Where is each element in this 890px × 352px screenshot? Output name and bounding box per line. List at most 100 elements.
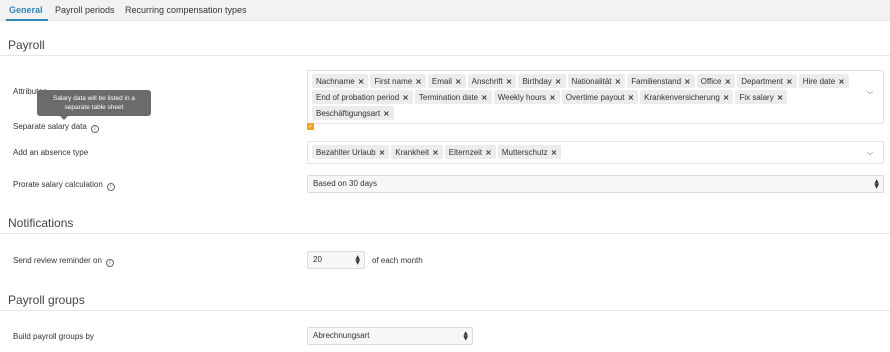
tag-chip: First name × [370, 74, 426, 88]
tag-chip: Krankenversicherung × [640, 90, 734, 104]
section-title-payroll: Payroll [8, 38, 45, 52]
tag-label: Nachname [316, 76, 355, 86]
close-icon[interactable]: × [506, 77, 513, 86]
build-payroll-groups-value: Abrechnungsart [313, 331, 370, 340]
tag-label: Office [700, 76, 722, 86]
tag-chip: Beschäftigungsart × [312, 106, 394, 120]
review-reminder-day-select[interactable]: 20 ▲ ▼ [307, 251, 365, 269]
tag-label: Familienstand [631, 76, 682, 86]
review-reminder-suffix: of each month [372, 256, 423, 265]
separate-salary-label: Separate salary data [13, 122, 87, 131]
prorate-row: Prorate salary calculation i [13, 180, 115, 191]
review-reminder-label: Send review reminder on [13, 256, 102, 265]
close-icon[interactable]: × [723, 93, 730, 102]
tag-chip: Familienstand × [627, 74, 695, 88]
close-icon[interactable]: × [402, 93, 409, 102]
tag-label: Elternzeit [448, 147, 483, 157]
tag-chip: Nationalität × [567, 74, 626, 88]
section-divider [0, 233, 890, 234]
tag-chip: Hire date × [798, 74, 849, 88]
tag-chip: Fix salary × [735, 90, 788, 104]
chevron-down-icon[interactable]: ⌵ [867, 148, 877, 158]
tag-chip: Krankheit × [391, 145, 443, 159]
tooltip-arrow [60, 116, 68, 120]
tag-chip: Termination date × [414, 90, 492, 104]
tag-chip: Bezahlter Urlaub × [312, 145, 390, 159]
absence-type-tags: Bezahlter Urlaub × Krankheit × Elternzeit × Mu… [312, 145, 861, 159]
close-icon[interactable]: × [383, 109, 390, 118]
tag-label: Department [741, 76, 783, 86]
tag-label: Anschrift [471, 76, 503, 86]
tag-label: Mutterschutz [501, 147, 548, 157]
close-icon[interactable]: × [549, 93, 556, 102]
tab-general[interactable]: General [9, 5, 43, 15]
tag-label: Fix salary [739, 92, 774, 102]
section-divider [0, 310, 890, 311]
review-reminder-day-value: 20 [313, 255, 322, 264]
section-title-notifications: Notifications [8, 216, 74, 230]
close-icon[interactable]: × [684, 77, 691, 86]
close-icon[interactable]: × [415, 77, 422, 86]
tag-chip: Weekly hours × [493, 90, 560, 104]
tag-label: Nationalität [571, 76, 612, 86]
tag-chip: Mutterschutz × [497, 145, 562, 159]
info-icon[interactable]: i [106, 183, 115, 191]
tag-chip: Office × [696, 74, 736, 88]
separate-salary-row: Separate salary data i [13, 122, 99, 133]
tag-chip: Nachname × [312, 74, 369, 88]
close-icon[interactable]: × [725, 77, 732, 86]
section-title-payroll-groups: Payroll groups [8, 293, 85, 307]
build-payroll-groups-select[interactable]: Abrechnungsart ▲ ▼ [307, 327, 473, 345]
tag-chip: Overtime payout × [561, 90, 639, 104]
close-icon[interactable]: × [485, 148, 492, 157]
close-icon[interactable]: × [555, 77, 562, 86]
close-icon[interactable]: × [777, 93, 784, 102]
tag-label: Krankheit [395, 147, 430, 157]
sort-arrows-icon: ▲ ▼ [355, 254, 360, 266]
tag-label: Weekly hours [497, 92, 547, 102]
section-divider [0, 55, 890, 56]
tag-label: End of probation period [316, 92, 400, 102]
tab-bar: General Payroll periods Recurring compen… [0, 0, 890, 21]
prorate-value: Based on 30 days [313, 179, 378, 188]
tag-chip: Birthday × [518, 74, 566, 88]
info-icon[interactable]: i [90, 125, 99, 133]
tag-label: First name [374, 76, 413, 86]
review-reminder-row: Send review reminder on i [13, 256, 114, 267]
tag-chip: Anschrift × [467, 74, 517, 88]
close-icon[interactable]: × [379, 148, 386, 157]
close-icon[interactable]: × [551, 148, 558, 157]
tooltip: Salary data will be listed in a separate… [37, 90, 151, 116]
prorate-select[interactable]: Based on 30 days ▲ ▼ [307, 175, 884, 193]
prorate-label: Prorate salary calculation [13, 180, 103, 189]
attributes-tags: Nachname × First name × Email × Anschrift × Birt… [312, 74, 861, 120]
tag-label: Overtime payout [565, 92, 625, 102]
tag-label: Krankenversicherung [644, 92, 720, 102]
tooltip-line-1: Salary data will be listed in a [52, 95, 135, 102]
close-icon[interactable]: × [838, 77, 845, 86]
sort-arrows-icon: ▲ ▼ [463, 330, 468, 342]
tag-label: Bezahlter Urlaub [316, 147, 376, 157]
tag-chip: Department × [737, 74, 797, 88]
info-icon[interactable]: i [105, 259, 114, 267]
close-icon[interactable]: × [627, 93, 634, 102]
tag-label: Birthday [522, 76, 552, 86]
attributes-multiselect[interactable]: Nachname × First name × Email × Anschrift × Birt… [307, 70, 884, 124]
absence-type-multiselect[interactable]: Bezahlter Urlaub × Krankheit × Elternzeit × Mu… [307, 141, 884, 164]
close-icon[interactable]: × [432, 148, 439, 157]
tooltip-line-2: separate table sheet [64, 104, 124, 111]
tab-recurring-compensation-types[interactable]: Recurring compensation types [125, 5, 247, 15]
tag-chip: Email × [427, 74, 466, 88]
chevron-down-icon[interactable]: ⌵ [867, 87, 877, 97]
close-icon[interactable]: × [358, 77, 365, 86]
tag-chip: End of probation period × [312, 90, 413, 104]
close-icon[interactable]: × [455, 77, 462, 86]
close-icon[interactable]: × [615, 77, 622, 86]
active-tab-indicator [6, 19, 48, 21]
tag-label: Email [431, 76, 452, 86]
close-icon[interactable]: × [786, 77, 793, 86]
tab-payroll-periods[interactable]: Payroll periods [55, 5, 115, 15]
separate-salary-checkbox[interactable]: ✓ [307, 123, 314, 130]
build-payroll-groups-label: Build payroll groups by [13, 332, 94, 341]
close-icon[interactable]: × [481, 93, 488, 102]
